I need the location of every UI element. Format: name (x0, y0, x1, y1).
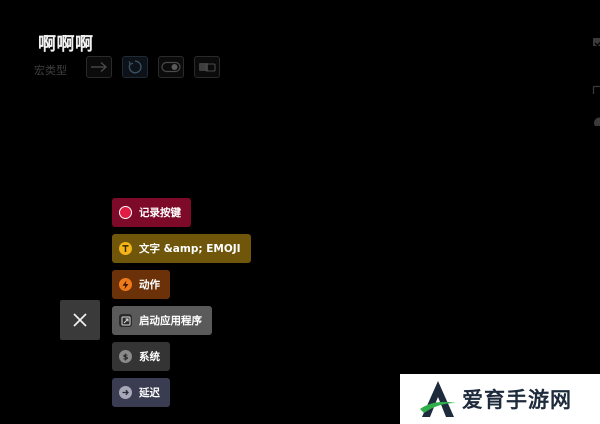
type-option-refresh[interactable] (122, 56, 148, 78)
menu-item-label: 启动应用程序 (139, 315, 202, 327)
svg-text:$: $ (123, 352, 129, 361)
record-icon (119, 206, 132, 219)
macro-title: 啊啊啊 (38, 34, 94, 55)
menu-item-label: 系统 (139, 351, 160, 363)
menu-item-delay[interactable]: 延迟 (112, 378, 170, 407)
checkbox-icon[interactable] (592, 34, 600, 46)
type-option-arrow[interactable] (86, 56, 112, 78)
menu-item-label: 动作 (139, 279, 160, 291)
keyboard-switch-icon (199, 63, 216, 72)
type-option-toggle[interactable] (158, 56, 184, 78)
site-watermark: 爱育手游网 (400, 374, 600, 424)
site-logo-icon (420, 381, 456, 417)
menu-item-record-keys[interactable]: 记录按键 (112, 198, 191, 227)
menu-item-system[interactable]: $ 系统 (112, 342, 170, 371)
type-option-keyboard-switch[interactable] (194, 56, 220, 78)
close-icon (73, 313, 87, 327)
menu-item-text-emoji[interactable]: 文字 &amp; EMOJI (112, 234, 251, 263)
arrow-right-icon (91, 61, 108, 73)
square-icon[interactable] (592, 82, 600, 94)
macro-type-label: 宏类型 (34, 64, 67, 77)
delay-icon (119, 386, 132, 399)
watermark-text: 爱育手游网 (462, 388, 572, 412)
lightning-icon (119, 278, 132, 291)
text-icon (119, 242, 132, 255)
app-launch-icon (119, 314, 132, 327)
menu-item-label: 文字 &amp; EMOJI (139, 243, 241, 255)
close-fab-button[interactable] (60, 300, 100, 340)
menu-item-label: 记录按键 (139, 207, 181, 219)
menu-item-launch-app[interactable]: 启动应用程序 (112, 306, 212, 335)
info-icon[interactable] (593, 114, 600, 126)
menu-item-label: 延迟 (139, 387, 160, 399)
refresh-icon (128, 60, 142, 74)
system-icon: $ (119, 350, 132, 363)
toggle-icon (161, 61, 181, 73)
menu-item-action[interactable]: 动作 (112, 270, 170, 299)
macro-editor-screen: 啊啊啊 宏类型 记录按键 文字 &amp; EMOJI 动作 启动应用程序 $ … (0, 0, 600, 424)
